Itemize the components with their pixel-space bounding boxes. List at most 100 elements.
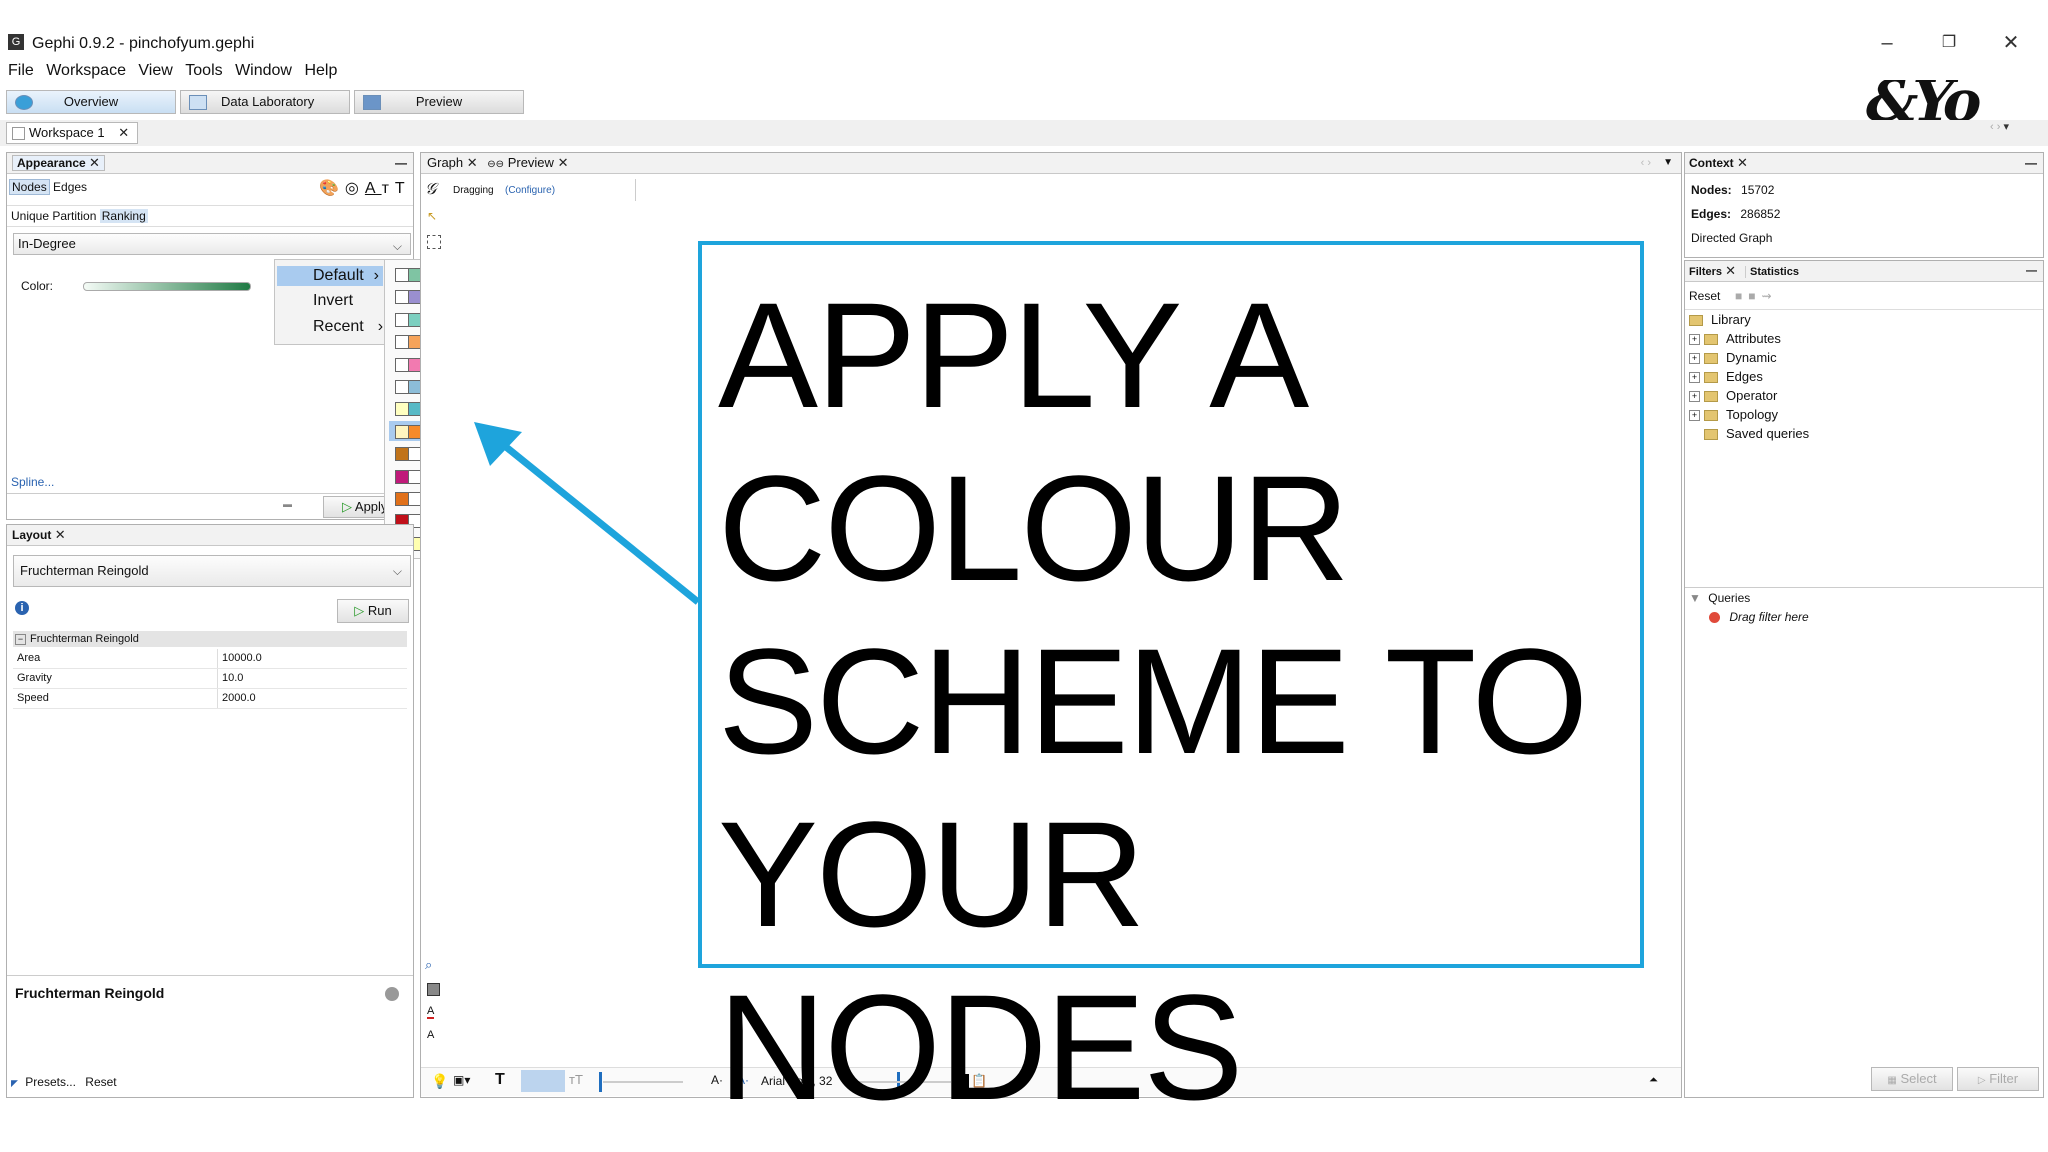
arrow-head (474, 422, 522, 466)
filter-tools-icon[interactable]: ■■⇝ (1735, 289, 1778, 303)
property-section[interactable]: − Fruchterman Reingold (13, 631, 407, 647)
filter-button[interactable]: ▷ Filter (1957, 1067, 2039, 1091)
presets-button[interactable]: Presets... (25, 1075, 76, 1089)
property-row[interactable]: Area 10000.0 (13, 649, 407, 669)
edge-tool-icon[interactable] (521, 1070, 565, 1092)
dropdown-arrow-icon[interactable]: ▼ (1663, 153, 1673, 173)
tree-item[interactable]: + Edges (1689, 368, 1763, 386)
title-bar (0, 0, 2048, 62)
palette-swatch (395, 492, 409, 506)
target-tabs: Nodes Edges (9, 178, 87, 196)
menu-tools[interactable]: Tools (185, 62, 222, 79)
tree-item[interactable]: + Topology (1689, 406, 1778, 424)
slider-thumb[interactable] (599, 1072, 602, 1092)
screenshot-icon[interactable]: ▣▾ (453, 1073, 470, 1087)
font-color-icon[interactable]: A (427, 1005, 435, 1019)
configure-link[interactable]: (Configure) (505, 185, 555, 196)
gephi-logo-icon: G (8, 34, 24, 50)
palette-swatch (395, 290, 409, 305)
ranking-tab[interactable]: Ranking (99, 209, 148, 223)
color-gradient-bar[interactable] (83, 282, 251, 291)
menu-file[interactable]: File (8, 62, 34, 79)
folder-icon (1704, 429, 1718, 441)
rectangle-select-icon[interactable] (427, 235, 441, 249)
edges-tab[interactable]: Edges (53, 180, 87, 194)
drag-handle-icon[interactable]: ▬ (283, 499, 292, 509)
size-icon[interactable]: ◎ (345, 180, 365, 197)
zoom-icon[interactable]: ⌕ (425, 957, 432, 973)
graph-tab-bar: Graph ✕ ⊖⊖ Preview ✕ ‹ › ▼ (421, 153, 1681, 174)
tab-preview[interactable]: Preview (354, 90, 524, 114)
menu-workspace[interactable]: Workspace (46, 62, 126, 79)
collapse-icon[interactable]: − (15, 633, 26, 645)
select-button[interactable]: ▦ Select (1871, 1067, 1953, 1091)
partition-tab[interactable]: Partition (52, 209, 96, 223)
filter-library-tree: Library + Attributes + Dynamic + Edges + Ope… (1689, 311, 2039, 571)
workspace-tab[interactable]: Workspace 1 ✕ (6, 122, 139, 144)
spline-link[interactable]: Spline... (11, 475, 54, 489)
menu-help[interactable]: Help (304, 62, 337, 79)
nav-arrows-icon[interactable]: ‹ › (1641, 153, 1651, 173)
filters-tab[interactable]: Filters ✕ (1689, 263, 1736, 278)
menu-view[interactable]: View (138, 62, 172, 79)
info-icon[interactable]: i (15, 601, 29, 615)
graph-tab[interactable]: Graph ✕ (427, 155, 478, 170)
tree-library[interactable]: Library (1689, 311, 1751, 329)
font-size-icon[interactable]: A (427, 1029, 434, 1041)
preview-tab[interactable]: ⊖⊖ Preview ✕ (487, 155, 568, 170)
slider-track[interactable] (603, 1081, 683, 1083)
palette-swatch (395, 380, 409, 394)
context-tab[interactable]: Context ✕ (1689, 155, 1748, 170)
text-tool-icon[interactable]: T (495, 1071, 505, 1089)
property-row[interactable]: Gravity 10.0 (13, 669, 407, 689)
tab-overview[interactable]: Overview (6, 90, 176, 114)
folder-icon (1704, 334, 1718, 346)
palette-icon[interactable]: 🎨 (319, 180, 345, 197)
background-color-icon[interactable] (427, 983, 440, 996)
label-size-icon[interactable]: ᴛT (569, 1072, 583, 1087)
menu-item-recent[interactable]: Recent › (313, 318, 383, 336)
pointer-tool-icon[interactable]: ↖ (427, 209, 437, 223)
minimize-panel-icon[interactable]: — (395, 153, 407, 173)
tree-item[interactable]: + Dynamic (1689, 349, 1777, 367)
filters-reset-button[interactable]: Reset (1689, 289, 1720, 303)
menu-item-default[interactable]: Default › (277, 266, 383, 286)
scroll-arrows-icon[interactable]: ‹ › ▾ (1990, 120, 2009, 133)
nodes-tab[interactable]: Nodes (9, 179, 50, 195)
tree-item[interactable]: + Attributes (1689, 330, 1781, 348)
statistics-tab[interactable]: Statistics (1745, 266, 1799, 278)
palette-menu: Default › Invert Recent › (274, 259, 388, 345)
tree-item[interactable]: Saved queries (1689, 425, 1809, 443)
restore-icon[interactable]: ❐ (1934, 30, 1964, 56)
property-table: Area 10000.0 Gravity 10.0 Speed 2000.0 (13, 649, 407, 709)
close-workspace-icon[interactable]: ✕ (118, 125, 129, 140)
expand-icon: + (1689, 372, 1700, 384)
callout-arrow (474, 422, 701, 605)
expand-icon: + (1689, 410, 1700, 422)
menu-window[interactable]: Window (235, 62, 292, 79)
run-button[interactable]: ▷ Run (337, 599, 409, 623)
chevron-right-icon: › (373, 267, 379, 284)
unique-tab[interactable]: Unique (11, 209, 49, 223)
label-size-icon[interactable]: ᴛT (382, 180, 411, 197)
attribute-dropdown[interactable]: In-Degree ⌵ (13, 233, 411, 255)
property-row[interactable]: Speed 2000.0 (13, 689, 407, 709)
menu-item-invert[interactable]: Invert (313, 292, 353, 310)
tab-data-laboratory[interactable]: Data Laboratory (180, 90, 350, 114)
palette-swatch (395, 402, 409, 417)
lightbulb-icon[interactable]: 💡 (431, 1073, 448, 1090)
palette-swatch (395, 268, 409, 282)
layout-description-title: Fruchterman Reingold (15, 985, 165, 1001)
expand-icon[interactable]: ⏶ (1649, 1074, 1658, 1087)
label-color-icon[interactable]: A (365, 180, 382, 197)
tree-item[interactable]: + Operator (1689, 387, 1777, 405)
layout-algorithm-dropdown[interactable]: Fruchterman Reingold ⌵ (13, 555, 411, 587)
minimize-icon[interactable]: – (1872, 30, 1902, 56)
appearance-tab[interactable]: Appearance ✕ (12, 155, 105, 171)
nodes-count: 15702 (1741, 183, 1775, 197)
close-icon[interactable]: ✕ (1996, 30, 2026, 56)
minimize-panel-icon[interactable]: — (2025, 153, 2037, 173)
layout-tab[interactable]: Layout ✕ (12, 527, 66, 542)
reset-button[interactable]: Reset (85, 1075, 116, 1089)
minimize-panel-icon[interactable]: — (2026, 261, 2037, 281)
